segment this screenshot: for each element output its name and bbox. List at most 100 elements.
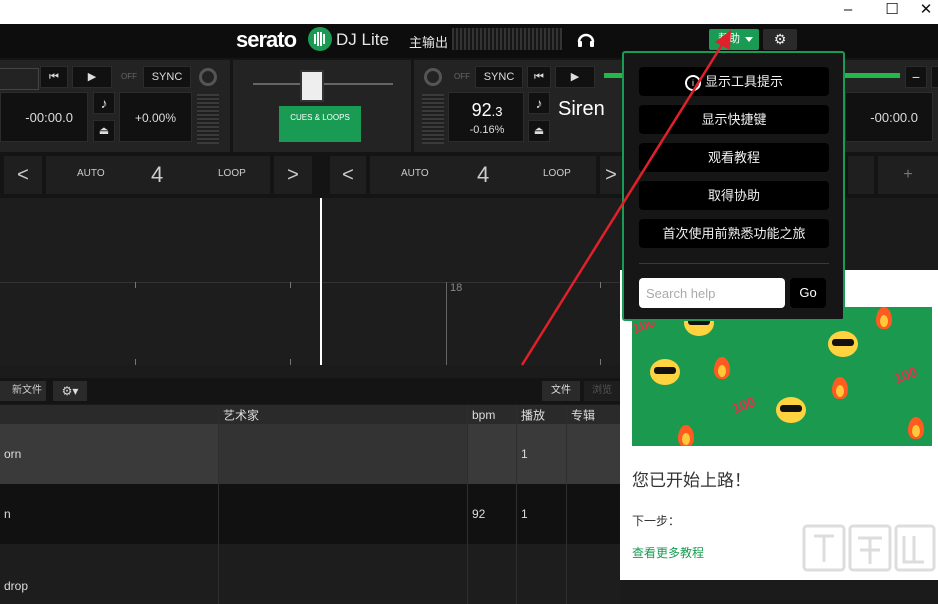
- tick: [600, 282, 601, 288]
- loop-auto-label[interactable]: AUTO: [77, 168, 105, 179]
- key-lock-icon[interactable]: [424, 68, 442, 86]
- help-button-label: 帮助: [718, 33, 740, 45]
- music-note-icon[interactable]: ♪: [528, 92, 550, 114]
- loop-next-button[interactable]: >: [274, 156, 312, 194]
- right-deck-extension: − -00:00.0: [845, 60, 938, 152]
- gear-icon: ⚙▾: [61, 384, 79, 398]
- help-dropdown-button[interactable]: 帮助: [709, 29, 759, 50]
- table-row[interactable]: orn 1: [0, 424, 620, 484]
- search-help-input[interactable]: [639, 278, 785, 308]
- col-title[interactable]: [0, 405, 219, 424]
- play-button[interactable]: ▶: [555, 66, 595, 88]
- cues-loops-label: CUES & LOOPS: [290, 113, 350, 122]
- bpm-value: 92.3: [471, 100, 503, 120]
- loop-prev-button[interactable]: <: [330, 156, 366, 194]
- close-button[interactable]: ✕: [904, 0, 938, 24]
- left-pitch-value: +0.00%: [119, 92, 192, 142]
- col-plays[interactable]: 播放: [517, 405, 567, 424]
- sync-off-label[interactable]: OFF: [454, 72, 470, 81]
- right-deck-time: -00:00.0: [845, 92, 933, 142]
- cues-loops-button[interactable]: CUES & LOOPS: [279, 106, 361, 142]
- right-vu-meter: [422, 94, 444, 144]
- beat-marker-label: 18: [450, 282, 463, 294]
- left-deck: ⏮ ▶ OFF SYNC -00:00.0 ♪ ⏏ +0.00%: [0, 60, 230, 152]
- tick: [290, 282, 291, 288]
- music-note-icon[interactable]: ♪: [93, 92, 115, 114]
- waveform-divider: [0, 282, 622, 283]
- minimize-button[interactable]: –: [826, 0, 870, 24]
- loop-label[interactable]: LOOP: [218, 168, 246, 179]
- menu-item-watch-tutorials[interactable]: 观看教程: [639, 143, 829, 172]
- window-titlebar: – ☐ ✕: [0, 0, 938, 24]
- menu-item-get-help[interactable]: 取得协助: [639, 181, 829, 210]
- table-header: 艺术家 bpm 播放 专辑: [0, 405, 620, 424]
- playhead: [320, 198, 322, 365]
- tick: [135, 359, 136, 365]
- tick: [290, 359, 291, 365]
- loop-prev-button[interactable]: <: [4, 156, 42, 194]
- col-album[interactable]: 专辑: [567, 405, 620, 424]
- minus-button[interactable]: −: [905, 66, 927, 88]
- sync-off-label[interactable]: OFF: [121, 72, 137, 81]
- key-lock-icon[interactable]: [199, 68, 217, 86]
- menu-divider: [639, 263, 829, 264]
- loop-label[interactable]: LOOP: [543, 168, 571, 179]
- chevron-down-icon: [745, 37, 753, 42]
- track-title-cell: n: [4, 507, 11, 521]
- master-level-meter: [452, 28, 562, 50]
- play-button[interactable]: ▶: [72, 66, 112, 88]
- play-icon: ▶: [87, 71, 97, 83]
- track-title-cell: orn: [4, 447, 22, 461]
- left-deck-track-bar: [0, 68, 39, 90]
- browse-tab[interactable]: 浏览: [584, 381, 620, 401]
- panel-heading: 您已开始上路！: [632, 471, 751, 490]
- loop-slot[interactable]: [848, 156, 874, 194]
- add-loop-button[interactable]: +: [878, 156, 938, 194]
- previous-track-button[interactable]: ⏮: [527, 66, 551, 88]
- menu-item-show-shortcuts[interactable]: 显示快捷键: [639, 105, 829, 134]
- loop-auto-label[interactable]: AUTO: [401, 168, 429, 179]
- table-row[interactable]: drop: [0, 544, 620, 604]
- headphones-icon[interactable]: [576, 30, 596, 50]
- plus-button-partial[interactable]: [931, 66, 938, 88]
- crossfader-handle[interactable]: [300, 70, 324, 102]
- loop-next-button[interactable]: >: [600, 156, 622, 194]
- track-title-cell: drop: [4, 579, 29, 593]
- pitch-value: -0.16%: [469, 124, 505, 136]
- menu-item-feature-tour[interactable]: 首次使用前熟悉功能之旅: [639, 219, 829, 248]
- skip-back-icon: ⏮: [534, 71, 544, 83]
- chevron-left-icon: <: [342, 164, 354, 186]
- table-row[interactable]: n 92 1: [0, 484, 620, 544]
- col-bpm[interactable]: bpm: [468, 405, 517, 424]
- more-tutorials-link[interactable]: 查看更多教程: [632, 544, 704, 561]
- menu-item-show-tooltips[interactable]: i 显示工具提示: [639, 67, 829, 96]
- sync-button[interactable]: SYNC: [143, 66, 191, 88]
- promo-banner-image: 100 100 100: [632, 307, 932, 446]
- new-file-button[interactable]: 新文件: [0, 381, 46, 401]
- help-dropdown-menu: i显示工具提示 显示快捷键 观看教程 取得协助 首次使用前熟悉功能之旅 Go: [622, 51, 845, 321]
- product-name: DJ Lite: [336, 30, 389, 49]
- skip-back-icon: ⏮: [49, 71, 59, 83]
- file-tab[interactable]: 文件: [542, 381, 580, 401]
- sync-button[interactable]: SYNC: [475, 66, 523, 88]
- library-settings-button[interactable]: ⚙▾: [53, 381, 87, 401]
- chevron-right-icon: >: [287, 164, 299, 186]
- tick: [135, 282, 136, 288]
- library-table: 艺术家 bpm 播放 专辑 orn 1 n 92 1 drop: [0, 405, 622, 604]
- serato-logo-icon: [308, 27, 332, 51]
- brand-logo-text: serato: [236, 27, 297, 52]
- search-go-button[interactable]: Go: [790, 278, 826, 308]
- watermark-logo: [800, 520, 938, 580]
- master-output-label: 主输出: [409, 35, 449, 50]
- eject-icon[interactable]: ⏏: [528, 120, 550, 142]
- gear-icon: ⚙: [773, 31, 787, 47]
- right-bpm-display: 92.3 -0.16%: [448, 92, 524, 142]
- waveform-overview: [845, 73, 900, 78]
- previous-track-button[interactable]: ⏮: [40, 66, 68, 88]
- waveform-display[interactable]: 18: [0, 198, 622, 365]
- info-icon: i: [684, 74, 701, 91]
- settings-button[interactable]: ⚙: [763, 29, 797, 50]
- eject-icon[interactable]: ⏏: [93, 120, 115, 142]
- col-artist[interactable]: 艺术家: [219, 405, 468, 424]
- right-waveform-preview: [604, 73, 622, 78]
